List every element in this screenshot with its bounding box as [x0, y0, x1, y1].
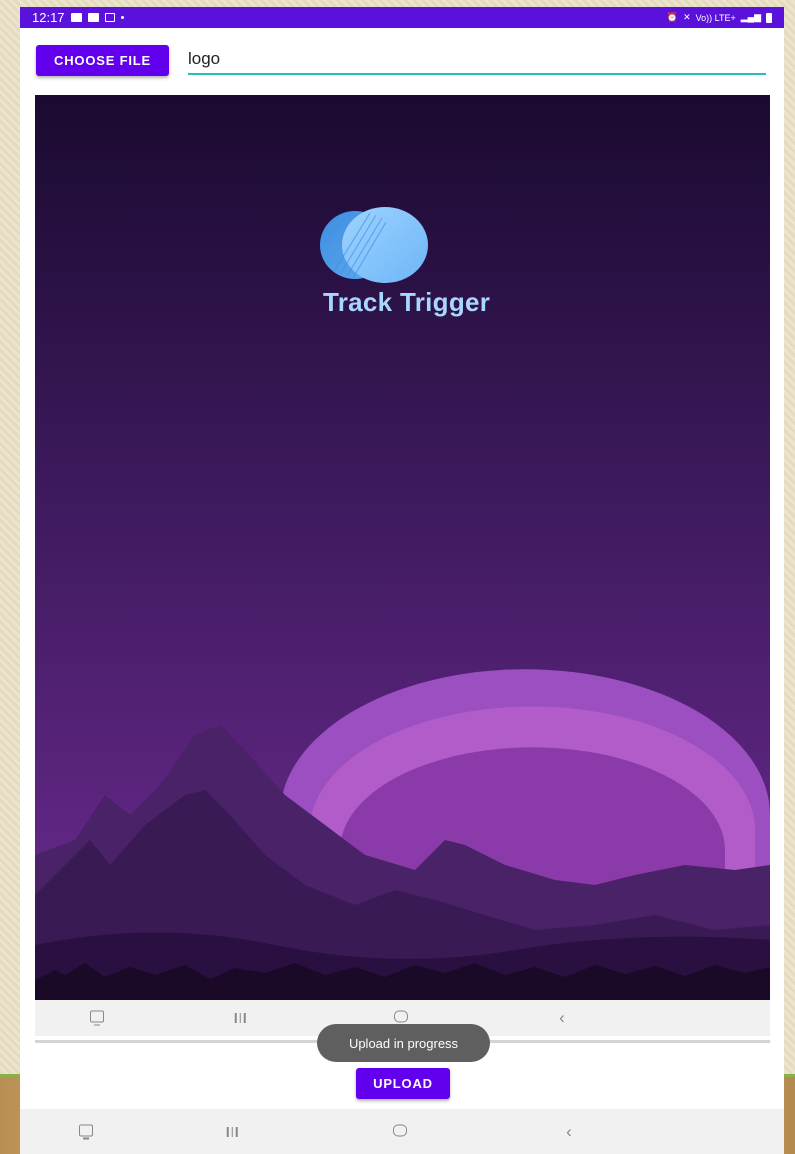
preview-artwork	[35, 95, 770, 1000]
decorative-line-left	[0, 1074, 22, 1077]
alarm-icon: ⏰	[666, 12, 679, 22]
decorative-line-right	[784, 1074, 795, 1077]
toast-message: Upload in progress	[317, 1024, 490, 1062]
upload-button[interactable]: UPLOAD	[356, 1068, 450, 1099]
file-name-input[interactable]: logo	[188, 45, 766, 75]
back-icon: ‹	[559, 1008, 565, 1027]
status-bar: 12:17 ⏰ ✕ Vo)) LTE+ ▂▄▆	[20, 7, 784, 28]
volte-lte-icon: Vo)) LTE+	[695, 12, 736, 23]
system-navigation-bar: ‹	[20, 1109, 784, 1154]
recents-icon[interactable]	[226, 1126, 238, 1137]
phone-screen: 12:17 ⏰ ✕ Vo)) LTE+ ▂▄▆ CHOOSE FILE logo	[20, 7, 784, 1154]
gallery-icon	[70, 13, 82, 22]
choose-file-button[interactable]: CHOOSE FILE	[36, 45, 169, 76]
dot-icon	[120, 16, 124, 19]
screenshot-icon[interactable]	[79, 1123, 93, 1140]
status-bar-right: ⏰ ✕ Vo)) LTE+ ▂▄▆	[667, 12, 772, 23]
track-trigger-logo-icon	[320, 207, 428, 283]
video-icon	[104, 13, 115, 22]
mute-icon: ✕	[683, 12, 691, 22]
screenshot-icon	[90, 1010, 104, 1027]
recents-icon	[234, 1013, 246, 1023]
battery-icon	[766, 12, 772, 23]
back-icon[interactable]: ‹	[566, 1123, 572, 1141]
home-icon[interactable]	[393, 1123, 407, 1140]
status-time: 12:17	[32, 10, 65, 25]
image-preview: Track Trigger	[35, 95, 770, 1000]
screen-cast-icon	[87, 13, 99, 22]
signal-icon: ▂▄▆	[740, 12, 761, 22]
brand-name: Track Trigger	[323, 287, 491, 317]
status-bar-left: 12:17	[32, 10, 124, 25]
